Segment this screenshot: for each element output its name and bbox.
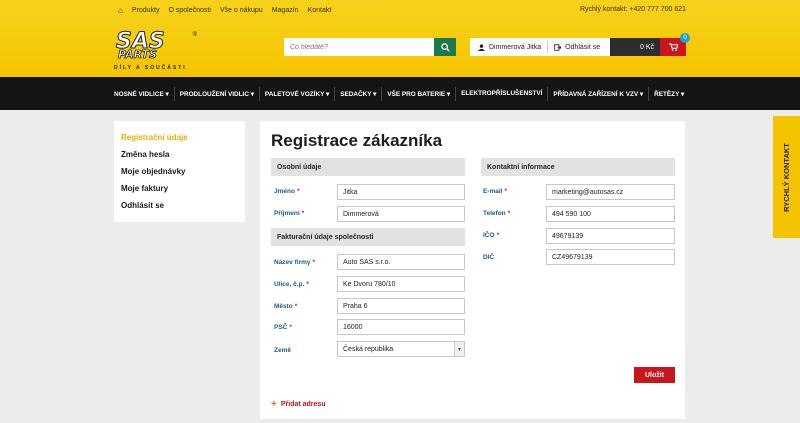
search-input[interactable]: [284, 38, 434, 56]
account-divider: [547, 41, 549, 53]
page-title: Registrace zákazníka: [271, 131, 443, 150]
last-name-label: Příjmení *: [274, 210, 304, 217]
phone-field[interactable]: 494 590 100: [546, 206, 675, 222]
sidebar-item-moje-faktury[interactable]: Moje faktury: [121, 184, 245, 201]
personal-section-header: Osobní údaje: [271, 158, 465, 176]
phone-label: Telefon *: [483, 210, 510, 217]
street-label: Ulice, č.p. *: [274, 281, 309, 288]
zip-label-text: PSČ: [274, 324, 288, 331]
account-sidebar: Registrační údaje Změna hesla Moje objed…: [114, 121, 245, 222]
required-mark: *: [496, 232, 500, 239]
sidebar-item-zmena-hesla[interactable]: Změna hesla: [121, 150, 245, 167]
company-field[interactable]: Auto SAS s.r.o.: [337, 254, 465, 270]
nav-elektroprislusenstvi[interactable]: ELEKTROPŘÍSLUŠENSTVÍ: [455, 86, 547, 101]
nav-retezy[interactable]: ŘETĚZY ▾: [648, 86, 689, 101]
country-select[interactable]: Česká republika ▾: [337, 341, 465, 357]
required-mark: *: [306, 281, 309, 288]
main-navigation: NOSNÉ VIDLICE ▾ PRODLOUŽENÍ VIDLIC ▾ PAL…: [0, 77, 800, 110]
cart-button[interactable]: 0: [660, 33, 690, 56]
nav-sedacky[interactable]: SEDAČKY ▾: [334, 86, 381, 101]
logo-mark: SAS PARTS: [116, 29, 166, 62]
street-field[interactable]: Ke Dvoru 780/10: [337, 276, 465, 292]
ico-label-text: IČO: [483, 232, 495, 239]
nav-paletove-voziky[interactable]: PALETOVÉ VOZÍKY ▾: [258, 86, 334, 101]
plus-icon: +: [271, 399, 277, 410]
last-name-label-text: Příjmení: [274, 210, 300, 217]
search-button[interactable]: [434, 38, 456, 56]
account-user-link[interactable]: Dimmerová Jitka: [489, 44, 541, 51]
account-bar: Dimmerová Jitka Odhlásit se: [470, 38, 610, 56]
last-name-field[interactable]: Dimmerová: [337, 206, 465, 222]
company-label: Název firmy *: [274, 259, 315, 266]
cart-total: 0 Kč: [610, 38, 660, 56]
topnav-vse-o-nakupu[interactable]: Vše o nákupu: [220, 7, 263, 14]
nav-vse-pro-baterie[interactable]: VŠE PRO BATERIE ▾: [381, 86, 455, 101]
add-address-label: Přidat adresu: [280, 401, 326, 408]
logout-icon: [554, 43, 562, 51]
add-address-link[interactable]: + Přidat adresu: [271, 399, 326, 410]
nav-prodlouzeni-vidlic[interactable]: PRODLOUŽENÍ VIDLIC ▾: [173, 86, 259, 101]
email-field[interactable]: marketing@autosas.cz: [546, 184, 675, 200]
logout-link[interactable]: Odhlásit se: [565, 44, 600, 51]
city-field[interactable]: Praha 6: [337, 298, 465, 314]
topnav-kontakt[interactable]: Kontakt: [308, 7, 332, 14]
quick-contact-phone: Rychlý kontakt: +420 777 700 621: [579, 6, 686, 13]
topnav-magazin[interactable]: Magazín: [272, 7, 299, 14]
sidebar-item-registracni-udaje[interactable]: Registrační údaje: [121, 133, 245, 150]
sidebar-item-odhlasit-se[interactable]: Odhlásit se: [121, 201, 245, 218]
registration-panel: Registrace zákazníka Osobní údaje Jméno *…: [260, 121, 685, 419]
country-label: Země: [274, 347, 291, 354]
ico-label: IČO *: [483, 232, 499, 239]
search-bar: [284, 38, 456, 56]
required-mark: *: [296, 188, 300, 195]
country-selected-value: Česká republika: [343, 345, 394, 353]
top-navigation: ⌂ Produkty O společnosti Vše o nákupu Ma…: [118, 6, 331, 15]
email-label: E-mail *: [483, 188, 507, 195]
required-mark: *: [289, 324, 292, 331]
home-icon[interactable]: ⌂: [118, 6, 123, 15]
required-mark: *: [301, 210, 305, 217]
logo[interactable]: SAS PARTS DÍLY A SOUČÁSTI ®: [114, 29, 199, 72]
cart-icon: [668, 43, 678, 51]
required-mark: *: [507, 210, 511, 217]
cart-count-badge: 0: [680, 33, 690, 43]
sidebar-item-moje-objednavky[interactable]: Moje objednávky: [121, 167, 245, 184]
first-name-field[interactable]: Jitka: [337, 184, 465, 200]
search-icon: [440, 42, 450, 52]
cart[interactable]: 0 Kč 0: [610, 33, 690, 56]
logo-subtitle: DÍLY A SOUČÁSTI: [114, 65, 187, 71]
logo-parts: PARTS: [118, 48, 157, 60]
chevron-down-icon: ▾: [454, 342, 464, 356]
street-label-text: Ulice, č.p.: [274, 281, 305, 288]
dic-label: DIČ: [483, 254, 495, 261]
city-label-text: Město: [274, 303, 293, 310]
ico-field[interactable]: 49679139: [546, 228, 675, 244]
first-name-label: Jméno *: [274, 188, 299, 195]
dic-field[interactable]: CZ49679139: [546, 249, 675, 265]
required-mark: *: [312, 259, 316, 266]
city-label: Město *: [274, 303, 297, 310]
quick-contact-tab[interactable]: RYCHLÝ KONTAKT: [773, 116, 800, 238]
billing-section-header: Fakturační údaje společnosti: [271, 228, 465, 246]
phone-label-text: Telefon: [483, 210, 506, 217]
email-label-text: E-mail: [483, 188, 503, 195]
contact-section-header: Kontaktní informace: [481, 158, 675, 176]
nav-nosne-vidlice[interactable]: NOSNÉ VIDLICE ▾: [114, 87, 174, 101]
company-label-text: Název firmy: [274, 259, 311, 266]
required-mark: *: [504, 188, 508, 195]
zip-label: PSČ *: [274, 324, 292, 331]
first-name-label-text: Jméno: [274, 188, 295, 195]
user-icon: [478, 43, 485, 51]
nav-pridavna-zarizeni[interactable]: PŘÍDAVNÁ ZAŘÍZENÍ K VZV ▾: [547, 86, 648, 101]
topnav-produkty[interactable]: Produkty: [132, 7, 160, 14]
required-mark: *: [294, 303, 298, 310]
logo-registered: ®: [192, 32, 197, 38]
save-button[interactable]: Uložit: [634, 367, 675, 383]
quick-contact-tab-label: RYCHLÝ KONTAKT: [782, 142, 791, 212]
zip-field[interactable]: 16000: [337, 319, 465, 335]
topnav-o-spolecnosti[interactable]: O společnosti: [168, 7, 210, 14]
